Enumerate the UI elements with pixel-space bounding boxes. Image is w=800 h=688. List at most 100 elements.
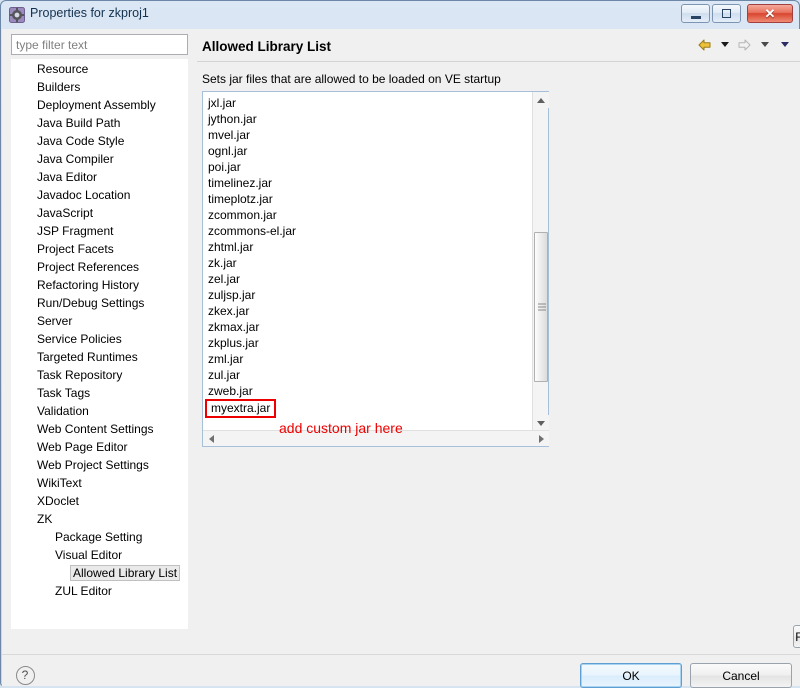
scroll-right-button[interactable]: [533, 431, 549, 446]
window-title: Properties for zkproj1: [30, 6, 149, 20]
sidebar-item-web-page-editor[interactable]: Web Page Editor: [12, 438, 187, 456]
sidebar-item-visual-editor[interactable]: Visual Editor: [12, 546, 187, 564]
preference-page-panel: Allowed Library List Sets jar files that…: [197, 29, 800, 654]
list-item[interactable]: zk.jar: [208, 255, 533, 271]
ok-button[interactable]: OK: [580, 663, 682, 688]
sidebar-item-zk[interactable]: ZK: [12, 510, 187, 528]
sidebar-item-label: Javadoc Location: [37, 188, 131, 202]
triangle-left-icon: [208, 434, 214, 443]
restore-defaults-button[interactable]: Restore Defaults: [793, 625, 800, 648]
list-item[interactable]: zuljsp.jar: [208, 287, 533, 303]
sidebar-item-label: Validation: [37, 404, 89, 418]
sidebar-item-label: Package Setting: [55, 530, 143, 544]
chevron-down-icon: [780, 42, 789, 47]
list-item[interactable]: zweb.jar: [208, 383, 533, 399]
sidebar-item-service-policies[interactable]: Service Policies: [12, 330, 187, 348]
sidebar-item-javascript[interactable]: JavaScript: [12, 204, 187, 222]
list-item[interactable]: zel.jar: [208, 271, 533, 287]
preferences-tree[interactable]: Resource Builders Deployment Assembly Java …: [11, 59, 188, 629]
sidebar-item-refactoring-history[interactable]: Refactoring History: [12, 276, 187, 294]
dialog-client-area: Resource Builders Deployment Assembly Java …: [2, 29, 800, 688]
close-icon: ✕: [764, 6, 776, 21]
sidebar-item-project-references[interactable]: Project References: [12, 258, 187, 276]
list-item[interactable]: mvel.jar: [208, 127, 533, 143]
back-button[interactable]: [695, 35, 714, 54]
forward-dropdown-button[interactable]: [755, 35, 774, 54]
sidebar-item-task-tags[interactable]: Task Tags: [12, 384, 187, 402]
list-item[interactable]: zcommons-el.jar: [208, 223, 533, 239]
sidebar-item-label: Java Compiler: [37, 152, 114, 166]
sidebar-item-label: Java Editor: [37, 170, 98, 184]
scroll-left-button[interactable]: [203, 431, 219, 446]
cancel-button[interactable]: Cancel: [690, 663, 792, 688]
sidebar-item-deployment-assembly[interactable]: Deployment Assembly: [12, 96, 187, 114]
list-item[interactable]: zkex.jar: [208, 303, 533, 319]
list-item[interactable]: zkplus.jar: [208, 335, 533, 351]
list-item[interactable]: zhtml.jar: [208, 239, 533, 255]
sidebar-item-web-project-settings[interactable]: Web Project Settings: [12, 456, 187, 474]
sidebar-item-label: Web Page Editor: [37, 440, 128, 454]
sidebar-item-label: Resource: [37, 62, 89, 76]
sidebar-item-web-content-settings[interactable]: Web Content Settings: [12, 420, 187, 438]
list-item[interactable]: ognl.jar: [208, 143, 533, 159]
sidebar-item-validation[interactable]: Validation: [12, 402, 187, 420]
list-vertical-scrollbar[interactable]: [532, 92, 549, 431]
sidebar-item-label: Java Code Style: [37, 134, 125, 148]
list-item[interactable]: zkmax.jar: [208, 319, 533, 335]
sidebar-item-label: Service Policies: [37, 332, 122, 346]
sidebar-item-run-debug-settings[interactable]: Run/Debug Settings: [12, 294, 187, 312]
sidebar-item-java-compiler[interactable]: Java Compiler: [12, 150, 187, 168]
sidebar-item-zul-editor[interactable]: ZUL Editor: [12, 582, 187, 600]
list-item[interactable]: jython.jar: [208, 111, 533, 127]
sidebar-item-project-facets[interactable]: Project Facets: [12, 240, 187, 258]
sidebar-item-wikitext[interactable]: WikiText: [12, 474, 187, 492]
sidebar-item-label: Refactoring History: [37, 278, 140, 292]
minimize-button[interactable]: [681, 4, 710, 23]
annotated-list-item-row: myextra.jar: [205, 399, 533, 418]
sidebar-item-allowed-library-list[interactable]: Allowed Library List: [12, 564, 187, 582]
scroll-up-button[interactable]: [533, 92, 549, 108]
list-item[interactable]: zul.jar: [208, 367, 533, 383]
sidebar-item-targeted-runtimes[interactable]: Targeted Runtimes: [12, 348, 187, 366]
scroll-down-button[interactable]: [533, 415, 549, 431]
sidebar-item-label: Web Content Settings: [37, 422, 154, 436]
list-item-annotated[interactable]: myextra.jar: [205, 399, 277, 418]
sidebar-item-javadoc-location[interactable]: Javadoc Location: [12, 186, 187, 204]
sidebar-item-label: JSP Fragment: [37, 224, 114, 238]
sidebar-item-package-setting[interactable]: Package Setting: [12, 528, 187, 546]
list-item[interactable]: poi.jar: [208, 159, 533, 175]
maximize-button[interactable]: [712, 4, 741, 23]
list-item[interactable]: zcommon.jar: [208, 207, 533, 223]
sidebar-item-jsp-fragment[interactable]: JSP Fragment: [12, 222, 187, 240]
sidebar-item-server[interactable]: Server: [12, 312, 187, 330]
sidebar-item-label: Task Tags: [37, 386, 91, 400]
back-dropdown-button[interactable]: [715, 35, 734, 54]
sidebar-item-label: WikiText: [37, 476, 82, 490]
sidebar-item-resource[interactable]: Resource: [12, 60, 187, 78]
list-item[interactable]: timeplotz.jar: [208, 191, 533, 207]
title-bar[interactable]: Properties for zkproj1 ✕: [1, 1, 799, 29]
sidebar-item-java-build-path[interactable]: Java Build Path: [12, 114, 187, 132]
filter-field-wrapper: [11, 34, 188, 55]
header-divider: [197, 61, 800, 62]
vertical-scrollbar-thumb[interactable]: [534, 232, 548, 382]
library-list-items[interactable]: jxl.jar jython.jar mvel.jar ognl.jar poi.jar…: [203, 92, 533, 430]
triangle-down-icon: [537, 420, 545, 426]
sidebar-item-java-code-style[interactable]: Java Code Style: [12, 132, 187, 150]
filter-input[interactable]: [11, 34, 188, 55]
list-item[interactable]: jxl.jar: [208, 95, 533, 111]
forward-arrow-icon: [738, 39, 751, 50]
sidebar-item-label: ZK: [37, 512, 53, 526]
back-arrow-icon: [698, 39, 711, 50]
allowed-library-listbox[interactable]: jxl.jar jython.jar mvel.jar ognl.jar poi.jar…: [202, 91, 549, 447]
list-item[interactable]: timelinez.jar: [208, 175, 533, 191]
page-menu-button[interactable]: [775, 35, 794, 54]
sidebar-item-task-repository[interactable]: Task Repository: [12, 366, 187, 384]
sidebar-item-xdoclet[interactable]: XDoclet: [12, 492, 187, 510]
sidebar-item-builders[interactable]: Builders: [12, 78, 187, 96]
sidebar-item-label: Java Build Path: [37, 116, 121, 130]
list-item[interactable]: zml.jar: [208, 351, 533, 367]
help-button[interactable]: ?: [13, 663, 37, 687]
close-button[interactable]: ✕: [747, 4, 793, 23]
sidebar-item-java-editor[interactable]: Java Editor: [12, 168, 187, 186]
